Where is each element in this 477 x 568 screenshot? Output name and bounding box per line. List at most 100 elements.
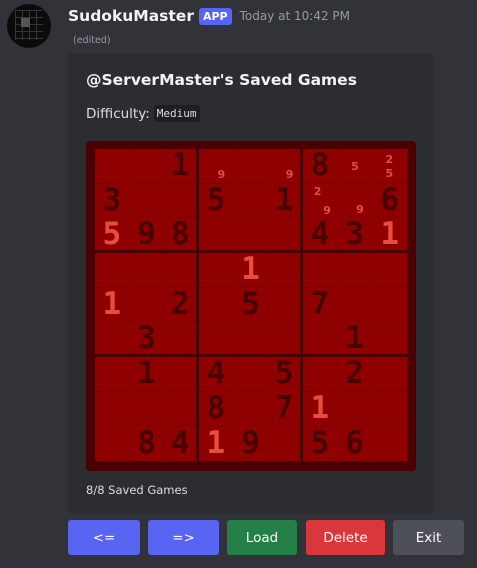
given-digit: 1 bbox=[137, 355, 156, 392]
sudoku-cell: 8 bbox=[303, 149, 338, 184]
user-digit: 5 bbox=[102, 215, 122, 252]
sudoku-cell bbox=[164, 391, 199, 427]
pencil-mark: 9 bbox=[285, 168, 294, 182]
given-digit: 9 bbox=[241, 425, 260, 462]
sudoku-cell bbox=[129, 183, 165, 219]
given-digit: 1 bbox=[345, 319, 364, 356]
sudoku-cell bbox=[233, 183, 269, 219]
sudoku-cell bbox=[233, 322, 269, 357]
given-digit: 7 bbox=[310, 285, 330, 322]
given-digit: 9 bbox=[137, 215, 156, 252]
sudoku-cell bbox=[233, 391, 269, 427]
sudoku-grid: 1998525351299659843111257311452871841956 bbox=[95, 149, 407, 461]
sudoku-cell: 4 bbox=[164, 426, 199, 461]
sudoku-cell bbox=[129, 391, 165, 427]
given-digit: 5 bbox=[274, 355, 294, 392]
sudoku-cell bbox=[268, 287, 303, 323]
sudoku-cell: 9 bbox=[268, 149, 303, 184]
sudoku-cell: 4 bbox=[303, 218, 338, 253]
sudoku-cell bbox=[372, 288, 407, 323]
sudoku-cell: 1 bbox=[337, 319, 373, 357]
sudoku-cell bbox=[303, 322, 338, 357]
given-digit: 2 bbox=[345, 355, 364, 392]
given-digit: 1 bbox=[170, 147, 190, 184]
sudoku-cell: 1 bbox=[129, 355, 165, 392]
sudoku-cell bbox=[164, 357, 199, 392]
sudoku-cell bbox=[199, 253, 234, 288]
saved-games-count: 8/8 Saved Games bbox=[86, 483, 188, 497]
sudoku-cell bbox=[164, 253, 199, 288]
sudoku-cell bbox=[268, 322, 303, 357]
sudoku-cell bbox=[95, 253, 130, 288]
sudoku-cell bbox=[233, 218, 269, 253]
sudoku-cell: 5 bbox=[337, 149, 373, 184]
pencil-marks: 9 bbox=[199, 149, 233, 183]
given-digit: 8 bbox=[310, 147, 330, 184]
message-timestamp[interactable]: Today at 10:42 PM bbox=[240, 9, 350, 23]
saved-games-embed: @ServerMaster's Saved Games Difficulty: … bbox=[68, 53, 434, 514]
sudoku-cell bbox=[199, 287, 234, 323]
sudoku-cell bbox=[337, 287, 373, 323]
exit-button[interactable]: Exit bbox=[393, 520, 464, 555]
sudoku-cell bbox=[372, 392, 407, 427]
sudoku-cell: 5 bbox=[95, 218, 130, 253]
difficulty-value: Medium bbox=[153, 105, 200, 122]
delete-button[interactable]: Delete bbox=[306, 520, 385, 555]
given-digit: 7 bbox=[274, 389, 294, 426]
difficulty-label: Difficulty: bbox=[86, 105, 150, 122]
sudoku-cell bbox=[233, 357, 269, 392]
pencil-mark: 5 bbox=[385, 166, 394, 180]
given-digit: 5 bbox=[206, 181, 226, 218]
sudoku-cell bbox=[337, 391, 373, 427]
pencil-marks: 9 bbox=[338, 184, 372, 218]
app-badge: APP bbox=[198, 7, 232, 25]
user-digit: 1 bbox=[102, 285, 122, 322]
pencil-mark: 9 bbox=[217, 168, 226, 182]
sudoku-cell bbox=[129, 287, 165, 323]
user-digit: 1 bbox=[241, 251, 260, 288]
embed-title: @ServerMaster's Saved Games bbox=[86, 71, 357, 89]
sudoku-cell bbox=[95, 322, 130, 357]
sudoku-cell: 3 bbox=[129, 322, 165, 357]
sudoku-cell: 7 bbox=[303, 285, 338, 323]
pencil-mark: 2 bbox=[385, 153, 394, 167]
sudoku-cell bbox=[95, 426, 130, 461]
sudoku-cell bbox=[164, 322, 199, 357]
sudoku-cell bbox=[199, 218, 234, 253]
given-digit: 6 bbox=[345, 425, 364, 462]
sudoku-cell: 1 bbox=[303, 391, 338, 427]
pencil-mark: 9 bbox=[323, 203, 331, 217]
sudoku-cell bbox=[372, 426, 407, 461]
next-button[interactable]: => bbox=[148, 520, 219, 555]
sudoku-cell bbox=[372, 322, 407, 357]
sudoku-cell bbox=[303, 253, 338, 288]
sudoku-cell bbox=[337, 253, 373, 288]
sudoku-cell bbox=[372, 357, 407, 392]
sudoku-cell bbox=[303, 357, 338, 392]
sudoku-cell: 1 bbox=[268, 183, 303, 219]
previous-button[interactable]: <= bbox=[68, 520, 140, 555]
bot-avatar[interactable] bbox=[7, 4, 51, 48]
sudoku-cell: 9 bbox=[337, 183, 373, 219]
bot-username[interactable]: SudokuMaster bbox=[68, 7, 194, 25]
avatar-center-block bbox=[21, 18, 30, 27]
difficulty-line: Difficulty: Medium bbox=[86, 105, 200, 122]
sudoku-cell: 1 bbox=[372, 218, 407, 253]
given-digit: 3 bbox=[102, 181, 122, 218]
sudoku-cell bbox=[268, 426, 303, 461]
given-digit: 6 bbox=[380, 181, 399, 218]
given-digit: 5 bbox=[241, 285, 260, 322]
edited-indicator: (edited) bbox=[73, 35, 111, 46]
sudoku-board-image[interactable]: 1998525351299659843111257311452871841956 bbox=[86, 141, 416, 471]
pencil-marks: 9 bbox=[268, 149, 300, 183]
given-digit: 5 bbox=[310, 425, 330, 462]
sudoku-cell: 8 bbox=[164, 218, 199, 253]
sudoku-cell: 6 bbox=[338, 426, 373, 461]
load-button[interactable]: Load bbox=[227, 520, 297, 555]
pencil-mark: 9 bbox=[356, 202, 364, 216]
sudoku-cell: 4 bbox=[199, 357, 234, 392]
sudoku-cell: 29 bbox=[303, 183, 338, 219]
message-header: SudokuMaster APP Today at 10:42 PM bbox=[68, 5, 350, 27]
sudoku-cell: 5 bbox=[199, 181, 234, 219]
sudoku-cell: 8 bbox=[130, 426, 165, 461]
